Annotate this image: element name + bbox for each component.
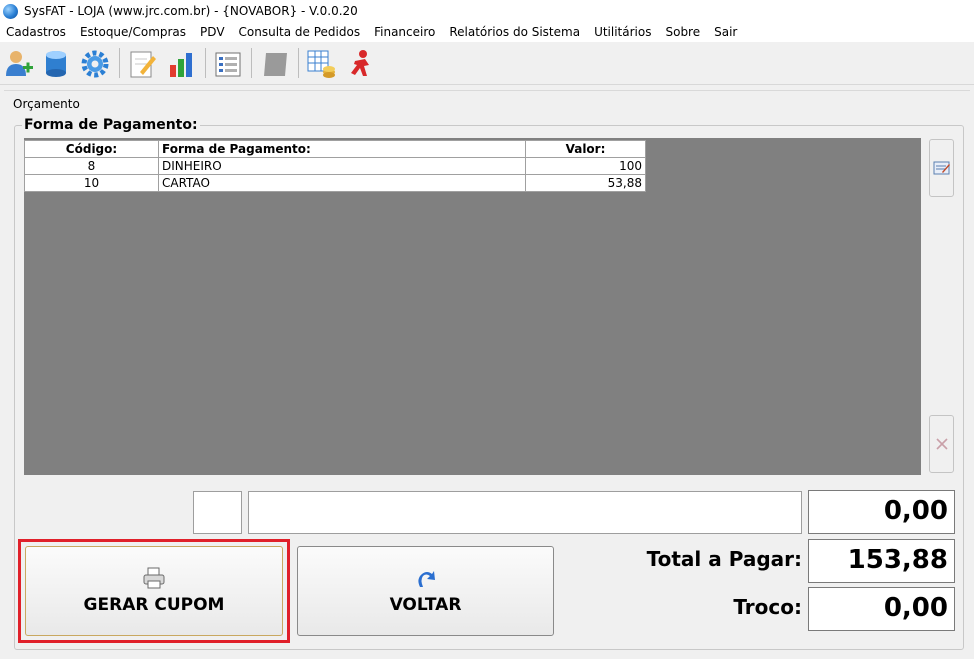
toolbar-calculator-button[interactable] [304,47,338,81]
window-title: SysFAT - LOJA (www.jrc.com.br) - {NOVABO… [24,4,358,18]
voltar-button[interactable]: VOLTAR [297,546,554,636]
toolbar-database-button[interactable] [39,47,73,81]
gear-icon [81,50,109,78]
menu-relatorios[interactable]: Relatórios do Sistema [449,25,580,39]
edit-form-icon [933,161,950,175]
menu-sobre[interactable]: Sobre [665,25,700,39]
payment-code-input[interactable] [193,491,242,534]
close-icon [935,438,948,450]
spreadsheet-coins-icon [307,50,335,78]
cell-codigo[interactable]: 10 [24,174,159,192]
printer-icon [143,567,165,589]
app-globe-icon [3,3,18,19]
running-person-exit-icon [351,50,369,76]
menu-consulta-pedidos[interactable]: Consulta de Pedidos [239,25,361,39]
gerar-cupom-button[interactable]: GERAR CUPOM [25,546,283,636]
voltar-label: VOLTAR [389,595,462,615]
toolbar-disabled-button[interactable] [258,47,292,81]
cell-forma[interactable]: DINHEIRO [158,157,526,175]
toolbar [0,42,974,85]
toolbar-clients-button[interactable] [3,47,37,81]
troco-value: 0,00 [808,587,955,631]
toolbar-separator [298,48,299,78]
table-row[interactable]: 10 CARTAO 53,88 [24,174,646,192]
menu-pdv[interactable]: PDV [200,25,224,39]
total-value: 153,88 [808,539,955,583]
payments-grid: Código: Forma de Pagamento: Valor: 8 DIN… [24,140,646,192]
notepad-pencil-icon [130,51,156,78]
menu-sair[interactable]: Sair [714,25,737,39]
header-forma[interactable]: Forma de Pagamento: [158,140,526,158]
toolbar-list-button[interactable] [211,47,245,81]
grid-header-row: Código: Forma de Pagamento: Valor: [24,140,646,158]
bar-chart-icon [170,53,192,77]
disabled-window-icon [264,53,287,76]
delete-payment-button[interactable] [929,415,954,473]
undo-arrow-icon [417,571,435,587]
group-title: Forma de Pagamento: [22,117,200,133]
menu-cadastros[interactable]: Cadastros [6,25,66,39]
menu-estoque-compras[interactable]: Estoque/Compras [80,25,186,39]
gerar-cupom-label: GERAR CUPOM [83,595,225,615]
table-row[interactable]: 8 DINHEIRO 100 [24,157,646,175]
database-icon [46,51,66,77]
header-valor[interactable]: Valor: [525,140,646,158]
edit-payment-button[interactable] [929,139,954,197]
toolbar-settings-button[interactable] [78,47,112,81]
menu-financeiro[interactable]: Financeiro [374,25,435,39]
toolbar-separator [251,48,252,78]
troco-label: Troco: [733,595,802,619]
menu-bar: Cadastros Estoque/Compras PDV Consulta d… [0,22,974,42]
cell-forma[interactable]: CARTAO [158,174,526,192]
payment-description-input[interactable] [248,491,802,534]
header-codigo[interactable]: Código: [24,140,159,158]
cell-valor[interactable]: 100 [525,157,646,175]
title-bar: SysFAT - LOJA (www.jrc.com.br) - {NOVABO… [0,0,974,22]
menu-utilitarios[interactable]: Utilitários [594,25,651,39]
toolbar-separator [205,48,206,78]
payment-amount-input[interactable]: 0,00 [808,490,955,534]
toolbar-charts-button[interactable] [165,47,199,81]
toolbar-exit-button[interactable] [344,47,378,81]
users-add-icon [6,51,33,76]
toolbar-separator [119,48,120,78]
panel-title: Orçamento [13,97,80,111]
total-label: Total a Pagar: [646,547,802,571]
list-document-icon [215,52,241,77]
cell-valor[interactable]: 53,88 [525,174,646,192]
toolbar-notes-button[interactable] [125,47,159,81]
cell-codigo[interactable]: 8 [24,157,159,175]
